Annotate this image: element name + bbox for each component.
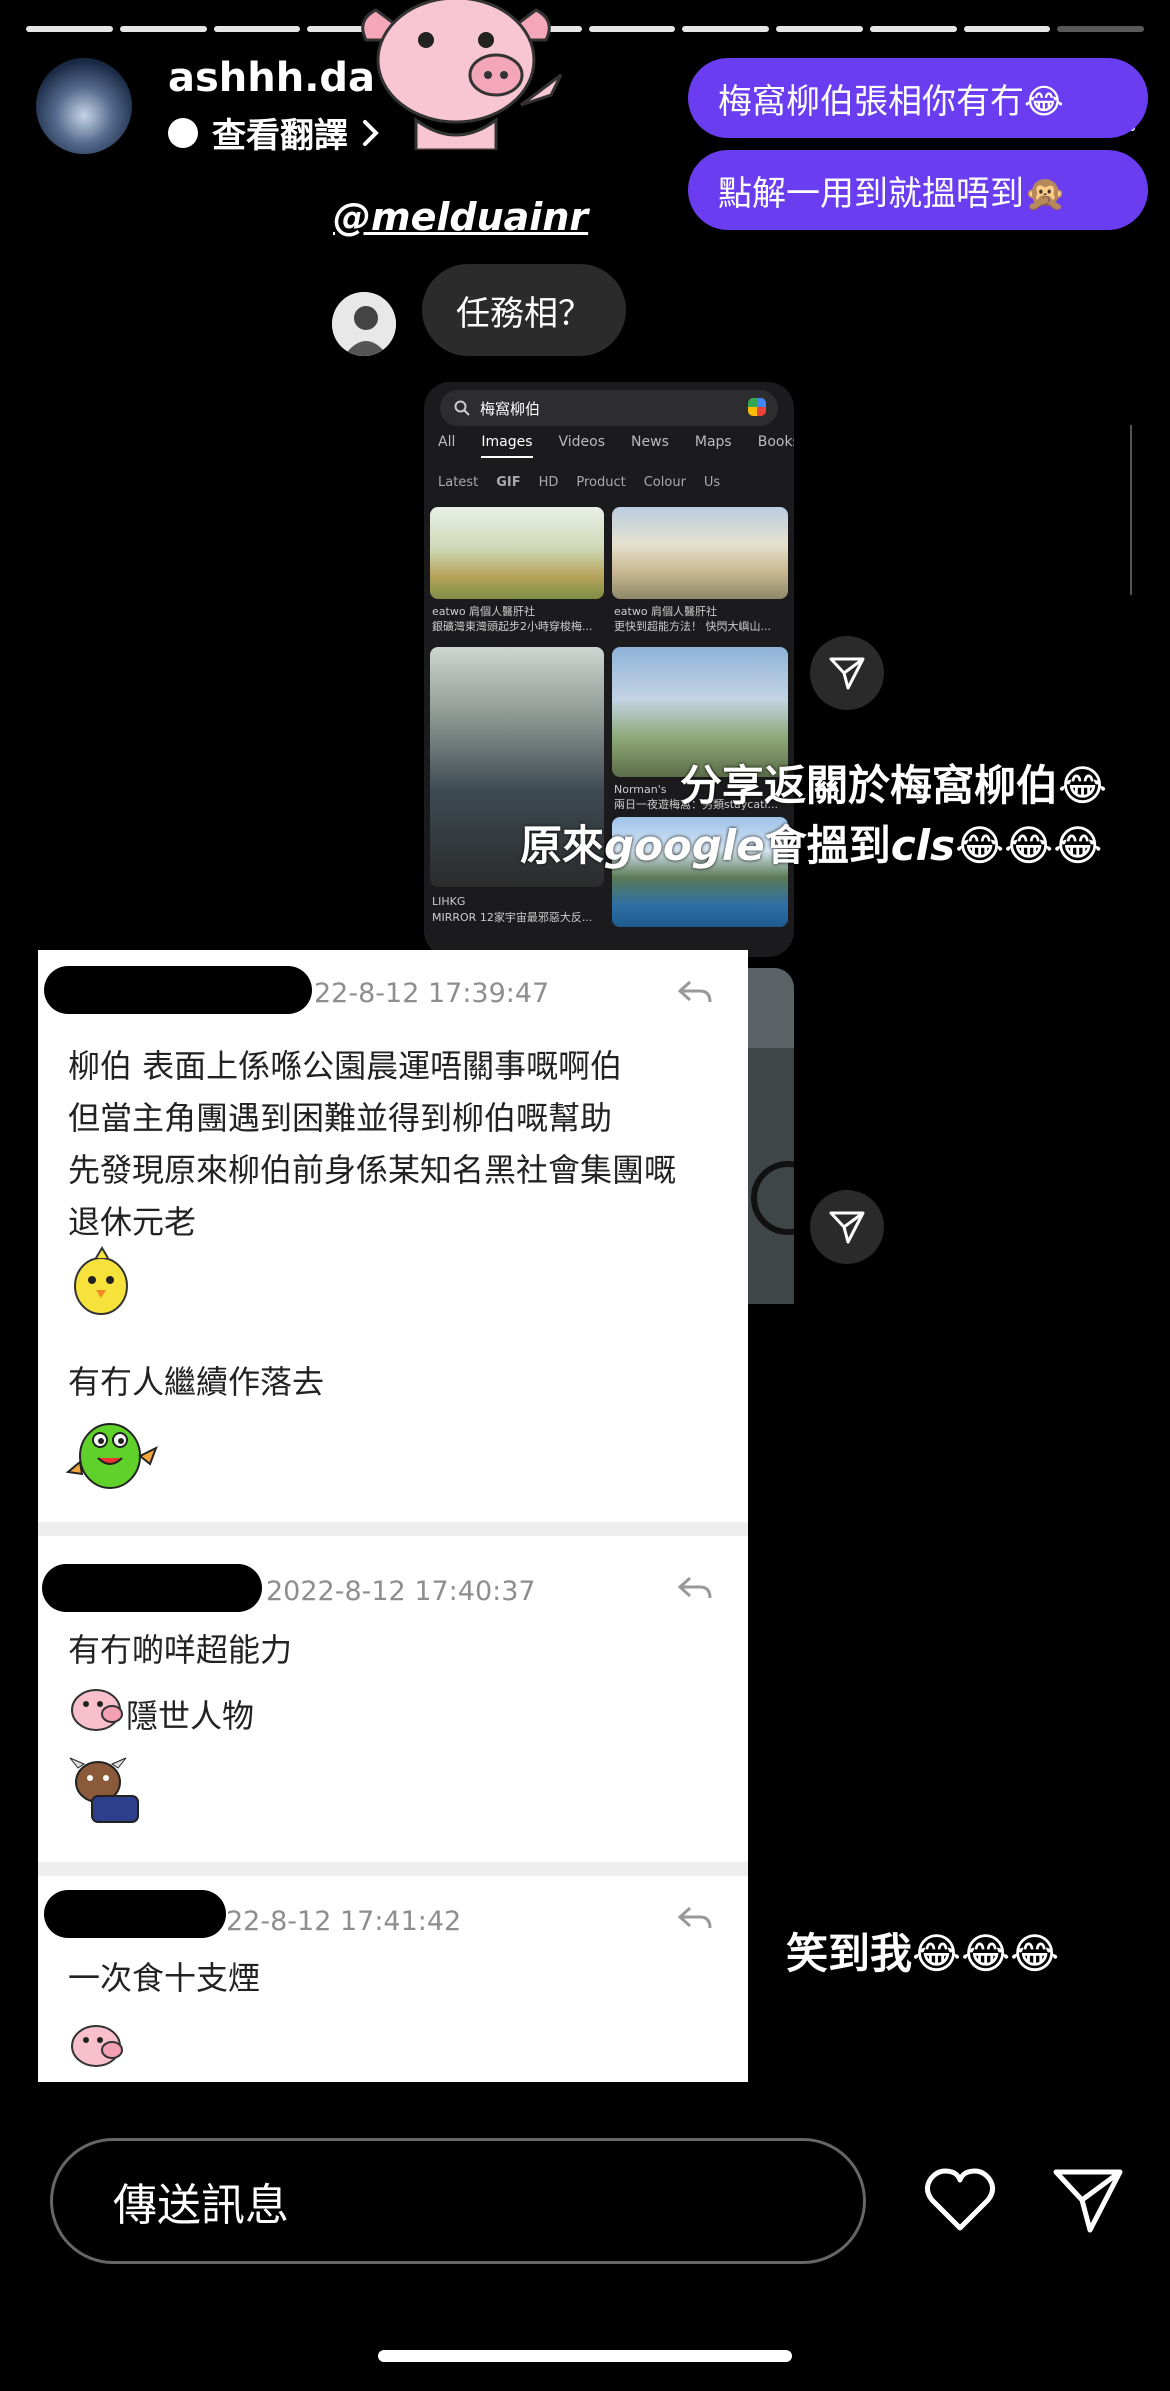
redacted-username <box>44 1890 226 1938</box>
pig-sticker <box>361 0 563 150</box>
post-timestamp: 2022-8-12 17:40:37 <box>266 1576 536 1607</box>
post-text: 先發現原來柳伯前身係某知名黑社會集團嘅 <box>68 1151 677 1189</box>
avatar[interactable] <box>36 58 132 154</box>
screenshot-filters: Latest GIF HD Product Colour Us <box>438 475 720 490</box>
screenshot-filter: GIF <box>496 475 521 490</box>
progress-segment <box>26 26 113 32</box>
progress-segment <box>588 26 676 32</box>
screenshot-search-query: 梅窩柳伯 <box>480 399 541 418</box>
pig-emoticon <box>71 2025 123 2067</box>
screenshot-caption-source: LIHKG <box>432 895 466 908</box>
mention-link[interactable]: @melduainr <box>333 195 588 239</box>
progress-segment <box>963 26 1051 32</box>
forum-screenshot: 22-8-12 17:39:47 柳伯 表面上係喺公園晨運唔關事嘅啊伯 但當主角… <box>38 950 748 2082</box>
post-text: 一次食十支煙 <box>68 1959 261 1997</box>
screenshot-filter: Product <box>576 475 626 490</box>
post-divider <box>38 1862 748 1876</box>
scroll-indicator <box>1130 425 1132 595</box>
translate-label: 查看翻譯 <box>212 116 348 156</box>
share-button[interactable] <box>810 636 884 710</box>
screenshot-tab: Books <box>757 434 794 450</box>
google-lens-icon <box>748 398 766 416</box>
screenshot-caption-source: eatwo 肩個人醫肝社 <box>432 605 536 618</box>
screenshot-tab: News <box>631 434 669 450</box>
caption-google: google <box>604 821 765 870</box>
post-text: 有冇啲咩超能力 <box>68 1631 293 1669</box>
screenshot-tab: All <box>438 434 456 450</box>
send-icon <box>829 657 865 690</box>
screenshot-image <box>612 507 788 599</box>
caption-cls: cls <box>890 821 956 870</box>
caption-segment: 原來 <box>520 821 605 870</box>
progress-segment <box>213 26 301 32</box>
post-divider <box>38 1522 748 1536</box>
caption-segment: 😂😂😂 <box>955 821 1103 870</box>
story-caption: 笑到我😂😂😂 <box>786 1929 1060 1978</box>
progress-segment <box>869 26 957 32</box>
screenshot-tabs: All Images Videos News Maps Books <box>438 434 794 458</box>
reply-bubble: 任務相？ <box>422 264 626 356</box>
screenshot-filter: Latest <box>438 475 479 490</box>
message-input[interactable]: 傳送訊息 <box>50 2138 866 2264</box>
photo-preview <box>748 968 794 1304</box>
frog-emoticon <box>65 1423 158 1489</box>
story-caption: 原來google會搵到cls😂😂😂 <box>520 812 1102 873</box>
reply-arrow-icon <box>678 1906 712 1929</box>
send-icon <box>829 1211 865 1244</box>
search-icon <box>454 400 470 416</box>
pig-emoticon <box>71 1689 123 1731</box>
post-timestamp: 22-8-12 17:41:42 <box>226 1906 462 1937</box>
story-caption: 分享返關於梅窩柳伯😂 <box>680 761 1108 810</box>
translate-dot-icon <box>168 117 198 148</box>
screenshot-search-bar: 梅窩柳伯 <box>440 390 778 426</box>
screenshot-filter: Colour <box>643 475 686 490</box>
chick-emoticon <box>74 1246 128 1315</box>
bull-emoticon <box>69 1757 139 1823</box>
screenshot-image <box>430 507 604 599</box>
send-icon[interactable] <box>1050 2162 1126 2238</box>
screenshot-filter: HD <box>538 475 559 490</box>
screenshot-caption-title: 更快到超能方法！ 快閃大嶼山... <box>614 620 771 633</box>
username[interactable]: ashhh.da <box>168 55 375 101</box>
progress-segment <box>776 26 863 32</box>
reply-arrow-icon <box>678 1576 712 1599</box>
post-text: 有冇人繼續作落去 <box>68 1363 325 1401</box>
screenshot-tab: Maps <box>694 434 732 450</box>
post-text: 但當主角團遇到困難並得到柳伯嘅幫助 <box>68 1099 613 1137</box>
progress-segment <box>1057 26 1144 32</box>
post-timestamp: 22-8-12 17:39:47 <box>314 978 550 1009</box>
caption-segment: 會搵到 <box>764 821 891 870</box>
screenshot-caption-title: MIRROR 12家宇宙最邪惡大反... <box>432 911 593 924</box>
heart-icon[interactable] <box>922 2162 998 2238</box>
screenshot-tab-active: Images <box>481 434 533 458</box>
screenshot-caption-source: eatwo 肩個人醫肝社 <box>614 605 718 618</box>
post-text: 退休元老 <box>68 1203 197 1241</box>
progress-segment <box>682 26 769 32</box>
progress-segment <box>119 26 207 32</box>
reply-arrow-icon <box>678 980 712 1003</box>
dm-message-bubble: 梅窩柳伯張相你有冇😂 <box>688 58 1148 138</box>
home-indicator[interactable] <box>378 2350 792 2362</box>
post-text: 柳伯 表面上係喺公園晨運唔關事嘅啊伯 <box>68 1047 623 1085</box>
story-progress <box>26 26 1144 32</box>
screenshot-caption-title: 銀礦灣東灣頭起步2小時穿梭梅... <box>432 620 593 633</box>
post-text: 隱世人物 <box>126 1697 255 1735</box>
share-button[interactable] <box>810 1190 884 1264</box>
reply-avatar <box>332 292 396 356</box>
screenshot-tab: Videos <box>558 434 606 450</box>
redacted-username <box>42 1564 262 1612</box>
screenshot-filter: Us <box>703 475 721 490</box>
redacted-username <box>44 966 312 1014</box>
dm-message-bubble: 點解一用到就搵唔到🙊 <box>688 150 1148 230</box>
